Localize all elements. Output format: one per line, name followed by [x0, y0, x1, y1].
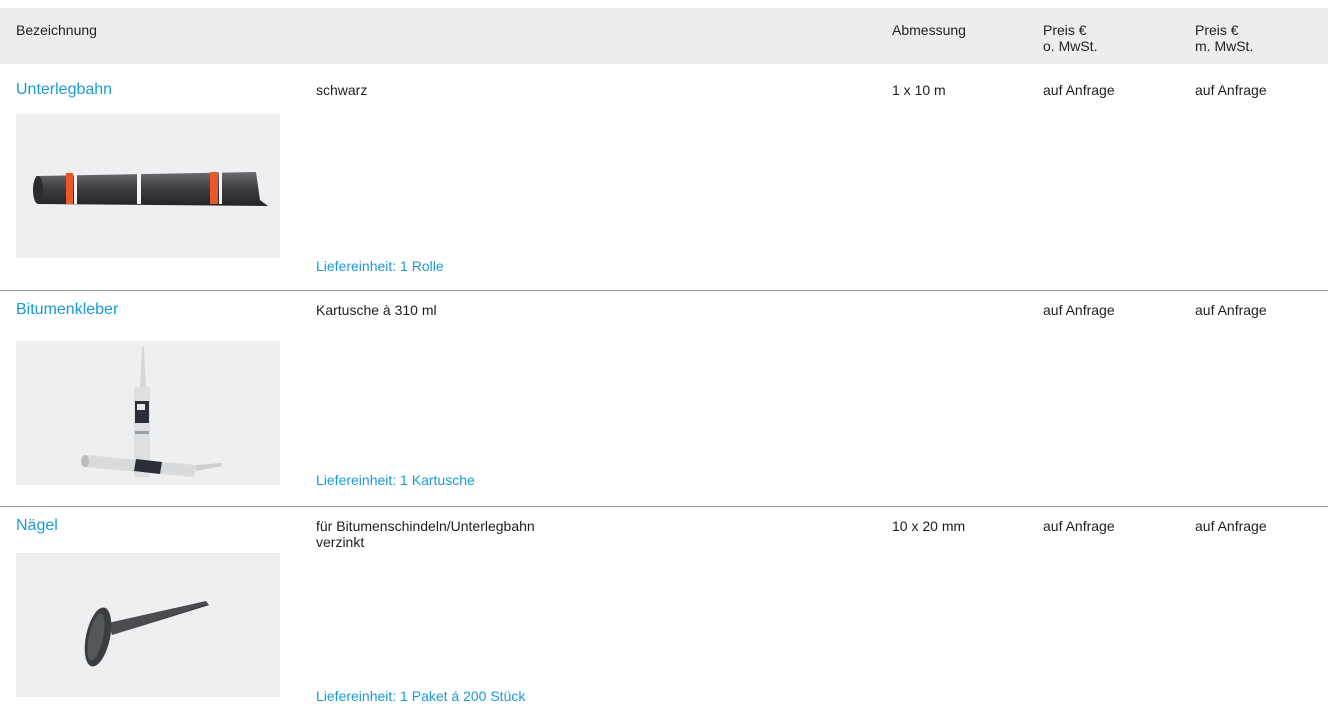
table-header: Bezeichnung Abmessung Preis € o. MwSt. P…	[0, 8, 1328, 64]
header-preis-brutto-line2: m. MwSt.	[1195, 38, 1254, 54]
product-image-naegel	[16, 553, 280, 697]
header-preis-netto-line2: o. MwSt.	[1043, 38, 1098, 54]
delivery-unit: Liefereinheit: 1 Kartusche	[316, 472, 475, 488]
product-description: schwarz	[316, 82, 368, 98]
header-preis-brutto-line1: Preis €	[1195, 22, 1239, 38]
delivery-unit: Liefereinheit: 1 Paket á 200 Stück	[316, 688, 526, 704]
price-gross: auf Anfrage	[1195, 518, 1267, 534]
table-row: Unterlegbahn schwarz 1 x 10 m auf Anfrag…	[0, 80, 1328, 274]
product-title-unterlegbahn[interactable]: Unterlegbahn	[16, 80, 112, 100]
adhesive-cartridge-icon	[81, 347, 222, 477]
product-title-bitumenkleber[interactable]: Bitumenkleber	[16, 300, 118, 320]
price-gross: auf Anfrage	[1195, 302, 1267, 318]
roofing-nail-icon	[84, 601, 209, 667]
row-divider	[0, 506, 1328, 507]
product-description: für Bitumenschindeln/Unterlegbahn verzin…	[316, 518, 535, 550]
header-bezeichnung: Bezeichnung	[16, 22, 97, 38]
header-preis-brutto: Preis € m. MwSt.	[1195, 22, 1253, 54]
header-preis-netto-line1: Preis €	[1043, 22, 1087, 38]
price-net: auf Anfrage	[1043, 82, 1115, 98]
product-image-unterlegbahn	[16, 114, 280, 258]
roofing-felt-roll-icon	[33, 172, 268, 206]
header-abmessung: Abmessung	[892, 22, 966, 38]
product-description: Kartusche à 310 ml	[316, 302, 437, 318]
product-dimension: 10 x 20 mm	[892, 518, 966, 534]
price-net: auf Anfrage	[1043, 518, 1115, 534]
product-title-naegel[interactable]: Nägel	[16, 516, 58, 536]
price-gross: auf Anfrage	[1195, 82, 1267, 98]
product-dimension: 1 x 10 m	[892, 82, 946, 98]
table-row: Bitumenkleber Kartusche à 310 ml auf Anf…	[0, 300, 1328, 490]
header-preis-netto: Preis € o. MwSt.	[1043, 22, 1097, 54]
delivery-unit: Liefereinheit: 1 Rolle	[316, 258, 444, 274]
price-net: auf Anfrage	[1043, 302, 1115, 318]
table-row: Nägel für Bitumenschindeln/Unterlegbahn …	[0, 516, 1328, 716]
product-image-bitumenkleber	[16, 341, 280, 485]
row-divider	[0, 290, 1328, 291]
